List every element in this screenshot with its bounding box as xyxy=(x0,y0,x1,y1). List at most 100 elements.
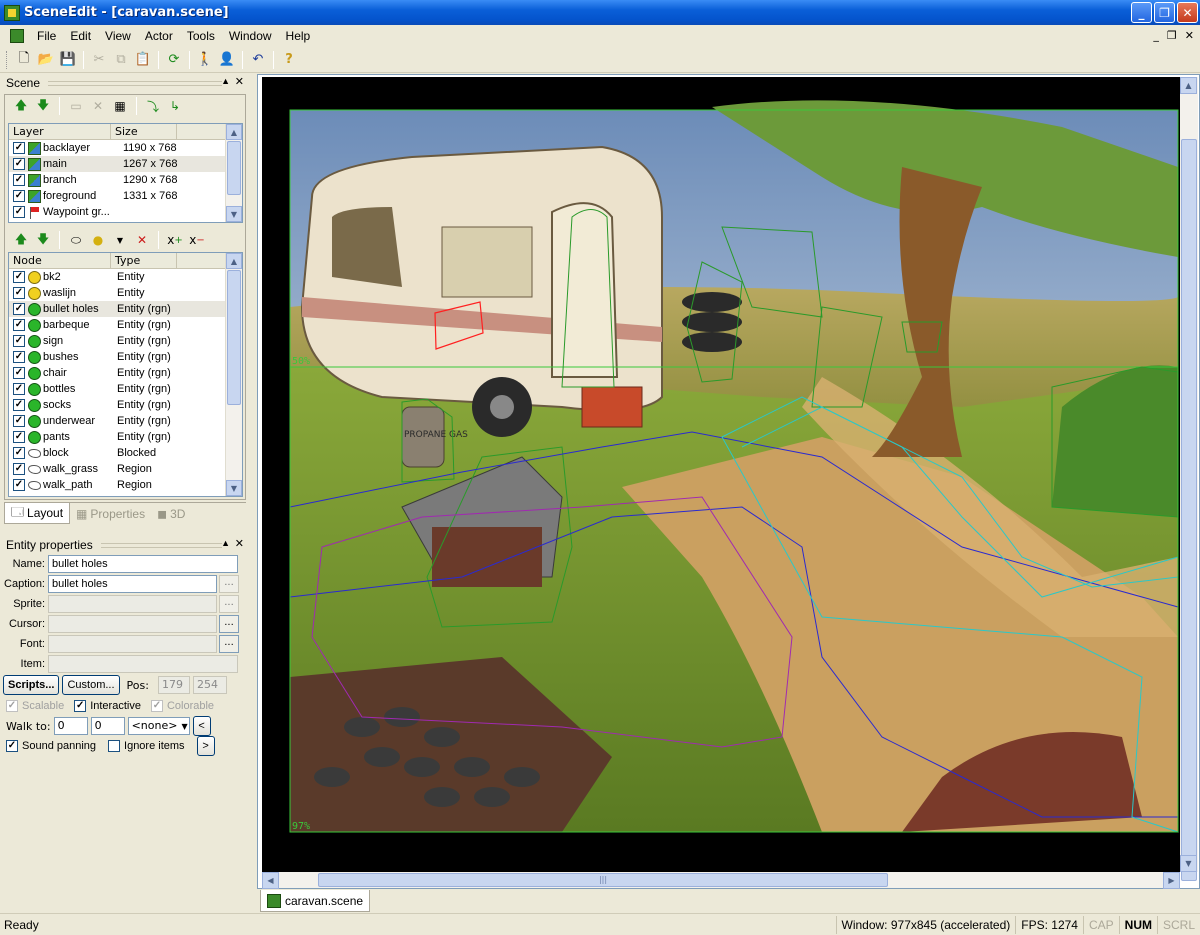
menu-edit[interactable]: Edit xyxy=(63,27,98,45)
remove-point-icon[interactable]: x − xyxy=(188,231,206,249)
cut-icon[interactable]: ✂ xyxy=(89,50,109,70)
item-field[interactable] xyxy=(48,655,238,673)
node-row[interactable]: ✓ pants Entity (rgn) xyxy=(9,429,242,445)
scroll-down-icon[interactable]: ▼ xyxy=(1180,855,1197,872)
interactive-checkbox[interactable]: ✓ Interactive xyxy=(74,700,141,712)
node-row[interactable]: ✓ sign Entity (rgn) xyxy=(9,333,242,349)
colorable-checkbox[interactable]: ✓ Colorable xyxy=(150,700,214,712)
node-row[interactable]: ✓ chair Entity (rgn) xyxy=(9,365,242,381)
tab-layout[interactable]: 🗔 Layout xyxy=(4,503,71,524)
new-file-icon[interactable]: 🗋 xyxy=(14,50,34,70)
custom-button[interactable]: Custom... xyxy=(62,675,120,695)
layer-row[interactable]: ✓ foreground 1331 x 768 xyxy=(9,188,242,204)
layer-visible-checkbox[interactable]: ✓ xyxy=(13,174,25,186)
node-row[interactable]: ✓ bullet holes Entity (rgn) xyxy=(9,301,242,317)
scroll-right-icon[interactable]: ▶ xyxy=(1163,872,1180,889)
layer-visible-checkbox[interactable]: ✓ xyxy=(13,142,25,154)
mdi-close-icon[interactable]: ✕ xyxy=(1185,29,1194,42)
help-icon[interactable]: ? xyxy=(279,50,299,70)
add-point-icon[interactable]: x + xyxy=(166,231,184,249)
close-button[interactable]: ✕ xyxy=(1177,2,1198,23)
node-visible-checkbox[interactable]: ✓ xyxy=(13,447,25,459)
menu-actor[interactable]: Actor xyxy=(138,27,180,45)
layer-row[interactable]: ✓ Waypoint gr... xyxy=(9,204,242,220)
layer-visible-checkbox[interactable]: ✓ xyxy=(13,190,25,202)
pos-x-field[interactable]: 179 xyxy=(157,676,190,694)
new-layer-icon[interactable]: ▭ xyxy=(67,97,85,115)
node-row[interactable]: ✓ bottles Entity (rgn) xyxy=(9,381,242,397)
font-field[interactable] xyxy=(48,635,217,653)
col-size[interactable]: Size xyxy=(111,124,177,139)
pos-y-field[interactable]: 254 xyxy=(192,676,227,694)
document-tab[interactable]: caravan.scene xyxy=(260,890,371,912)
layer-properties-icon[interactable]: ▦ xyxy=(111,97,129,115)
open-folder-icon[interactable]: 📂 xyxy=(36,50,56,70)
cursor-field[interactable] xyxy=(48,615,217,633)
node-up-icon[interactable]: 🡅 xyxy=(12,231,30,249)
node-visible-checkbox[interactable]: ✓ xyxy=(13,367,25,379)
viewport-vertical-scrollbar[interactable]: ▲ ▼ xyxy=(1180,77,1198,881)
node-down-icon[interactable]: 🡇 xyxy=(34,231,52,249)
node-visible-checkbox[interactable]: ✓ xyxy=(13,303,25,315)
node-visible-checkbox[interactable]: ✓ xyxy=(13,271,25,283)
copy-icon[interactable]: ⧉ xyxy=(111,50,131,70)
add-entity-icon[interactable]: ● xyxy=(89,231,107,249)
minimize-button[interactable]: _ xyxy=(1131,2,1152,23)
undo-icon[interactable]: ↶ xyxy=(248,50,268,70)
save-icon[interactable]: 💾 xyxy=(58,50,78,70)
maximize-button[interactable]: ❐ xyxy=(1154,2,1175,23)
menu-tools[interactable]: Tools xyxy=(180,27,222,45)
viewport-horizontal-scrollbar[interactable]: ◀ ||| ▶ xyxy=(262,872,1180,889)
menu-file[interactable]: File xyxy=(30,27,63,45)
document-icon[interactable] xyxy=(10,29,24,43)
node-row[interactable]: ✓ barbeque Entity (rgn) xyxy=(9,317,242,333)
scripts-button[interactable]: Scripts... xyxy=(3,675,60,695)
viewport-vscroll-thumb[interactable] xyxy=(1181,139,1197,881)
pin-icon[interactable]: ▲ xyxy=(221,76,230,86)
col-type[interactable]: Type xyxy=(111,253,177,268)
node-visible-checkbox[interactable]: ✓ xyxy=(13,399,25,411)
node-visible-checkbox[interactable]: ✓ xyxy=(13,287,25,299)
sprite-browse-button[interactable]: ... xyxy=(219,595,239,613)
menu-help[interactable]: Help xyxy=(279,27,318,45)
layers-scrollbar[interactable]: ▲ ▼ xyxy=(225,124,242,222)
scroll-up-icon[interactable]: ▲ xyxy=(1180,77,1197,94)
close-panel-icon[interactable]: ✕ xyxy=(235,75,244,88)
add-waypoint-icon[interactable]: ⤵ xyxy=(144,97,162,115)
scroll-left-icon[interactable]: ◀ xyxy=(262,872,279,889)
node-row[interactable]: ✓ underwear Entity (rgn) xyxy=(9,413,242,429)
layer-row[interactable]: ✓ backlayer 1190 x 768 xyxy=(9,140,242,156)
scroll-up-icon[interactable]: ▲ xyxy=(226,124,242,140)
node-visible-checkbox[interactable]: ✓ xyxy=(13,351,25,363)
delete-node-icon[interactable]: ✕ xyxy=(133,231,151,249)
tab-3d[interactable]: ◼ 3D xyxy=(151,504,191,524)
scene-image[interactable]: PROPANE GAS 50% 97% xyxy=(262,77,1180,872)
sound-panning-checkbox[interactable]: ✓ Sound panning xyxy=(6,740,96,752)
mdi-minimize-icon[interactable]: _ xyxy=(1153,29,1159,42)
actor-icon[interactable]: 🚶 xyxy=(195,50,215,70)
node-visible-checkbox[interactable]: ✓ xyxy=(13,415,25,427)
walk-to-pick-button[interactable]: < xyxy=(192,716,211,736)
viewport-hscroll-thumb[interactable]: ||| xyxy=(318,873,888,887)
close-panel-icon[interactable]: ✕ xyxy=(235,537,244,550)
expand-button[interactable]: > xyxy=(196,736,215,756)
actor-disabled-icon[interactable]: 👤 xyxy=(217,50,237,70)
tab-properties[interactable]: ▦ Properties xyxy=(70,504,151,524)
mdi-restore-icon[interactable]: ❐ xyxy=(1167,29,1177,42)
pin-icon[interactable]: ▲ xyxy=(221,538,230,548)
caption-field[interactable]: bullet holes xyxy=(48,575,217,593)
node-row[interactable]: ✓ bk2 Entity xyxy=(9,269,242,285)
menu-view[interactable]: View xyxy=(98,27,138,45)
layer-row[interactable]: ✓ branch 1290 x 768 xyxy=(9,172,242,188)
walk-to-x-field[interactable]: 0 xyxy=(53,717,88,735)
scene-canvas[interactable]: PROPANE GAS 50% 97% xyxy=(262,77,1180,872)
toolbar-grip[interactable] xyxy=(6,50,9,69)
node-visible-checkbox[interactable]: ✓ xyxy=(13,431,25,443)
node-row[interactable]: ✓ socks Entity (rgn) xyxy=(9,397,242,413)
layer-row[interactable]: ✓ main 1267 x 768 xyxy=(9,156,242,172)
ignore-items-checkbox[interactable]: Ignore items xyxy=(108,740,185,752)
refresh-icon[interactable]: ⟳ xyxy=(164,50,184,70)
menu-window[interactable]: Window xyxy=(222,27,279,45)
scalable-checkbox[interactable]: ✓ Scalable xyxy=(6,700,64,712)
node-visible-checkbox[interactable]: ✓ xyxy=(13,383,25,395)
